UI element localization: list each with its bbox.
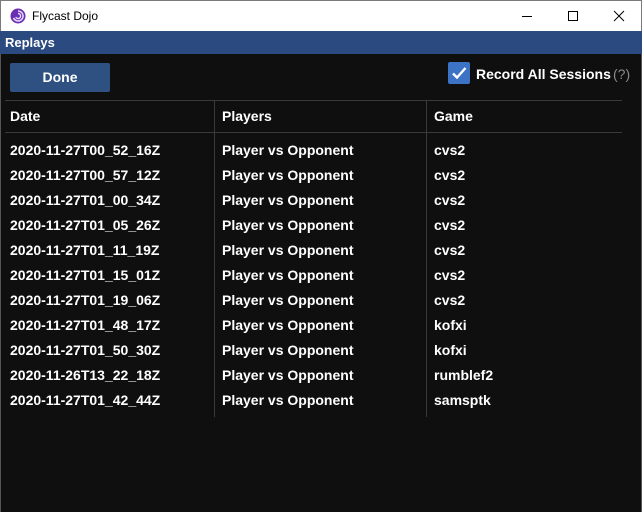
players-cell: Player vs Opponent	[222, 392, 354, 408]
flycast-swirl-icon	[10, 8, 26, 24]
record-all-sessions-label[interactable]: Record All Sessions	[476, 66, 611, 82]
table-row[interactable]: 2020-11-27T01_11_19Z Player vs Opponent cv…	[1, 238, 641, 263]
date-cell: 2020-11-27T01_00_34Z	[10, 192, 161, 208]
game-cell: rumblef2	[434, 367, 494, 383]
game-cell: kofxi	[434, 317, 467, 333]
date-cell: 2020-11-27T01_42_44Z	[10, 392, 161, 408]
column-header-game[interactable]: Game	[434, 108, 473, 124]
table-row[interactable]: 2020-11-27T01_42_44Z Player vs Opponent sa…	[1, 388, 641, 413]
checkmark-icon	[452, 67, 467, 80]
players-cell: Player vs Opponent	[222, 342, 354, 358]
replays-panel: Done Record All Sessions (?) Date Player…	[0, 54, 642, 512]
table-top-border	[5, 100, 622, 101]
table-row[interactable]: 2020-11-27T00_52_16Z Player vs Opponent cv…	[1, 138, 641, 163]
game-cell: cvs2	[434, 142, 466, 158]
table-row[interactable]: 2020-11-26T13_22_18Z Player vs Opponent ru…	[1, 363, 641, 388]
panel-title-bar: Replays	[0, 31, 642, 54]
date-cell: 2020-11-27T01_11_19Z	[10, 242, 160, 258]
players-cell: Player vs Opponent	[222, 167, 354, 183]
game-cell: cvs2	[434, 267, 466, 283]
done-button-label: Done	[42, 69, 78, 85]
table-row[interactable]: 2020-11-27T01_48_17Z Player vs Opponent ko…	[1, 313, 641, 338]
players-cell: Player vs Opponent	[222, 242, 354, 258]
game-cell: kofxi	[434, 342, 467, 358]
players-cell: Player vs Opponent	[222, 317, 354, 333]
minimize-icon	[522, 16, 532, 17]
date-cell: 2020-11-27T01_19_06Z	[10, 292, 161, 308]
players-cell: Player vs Opponent	[222, 267, 354, 283]
maximize-icon	[568, 11, 578, 21]
minimize-button[interactable]	[504, 1, 550, 31]
players-cell: Player vs Opponent	[222, 142, 354, 158]
game-cell: cvs2	[434, 192, 466, 208]
game-cell: cvs2	[434, 242, 466, 258]
game-cell: cvs2	[434, 217, 466, 233]
window-title: Flycast Dojo	[32, 9, 99, 23]
column-header-players[interactable]: Players	[222, 108, 272, 124]
date-cell: 2020-11-27T01_05_26Z	[10, 217, 161, 233]
window-titlebar[interactable]: Flycast Dojo	[0, 0, 642, 31]
players-cell: Player vs Opponent	[222, 217, 354, 233]
close-icon	[613, 10, 625, 22]
game-cell: cvs2	[434, 167, 466, 183]
table-row[interactable]: 2020-11-27T01_50_30Z Player vs Opponent ko…	[1, 338, 641, 363]
maximize-button[interactable]	[550, 1, 596, 31]
table-row[interactable]: 2020-11-27T01_00_34Z Player vs Opponent cv…	[1, 188, 641, 213]
header-bottom-border	[5, 132, 622, 133]
record-all-sessions-checkbox[interactable]	[448, 62, 470, 84]
date-cell: 2020-11-27T01_48_17Z	[10, 317, 161, 333]
date-cell: 2020-11-27T00_57_12Z	[10, 167, 161, 183]
table-row[interactable]: 2020-11-27T01_05_26Z Player vs Opponent cv…	[1, 213, 641, 238]
date-cell: 2020-11-27T00_52_16Z	[10, 142, 161, 158]
column-header-date[interactable]: Date	[10, 108, 40, 124]
date-cell: 2020-11-27T01_50_30Z	[10, 342, 161, 358]
table-row[interactable]: 2020-11-27T01_15_01Z Player vs Opponent cv…	[1, 263, 641, 288]
panel-title: Replays	[5, 35, 55, 50]
game-cell: samsptk	[434, 392, 491, 408]
players-cell: Player vs Opponent	[222, 192, 354, 208]
date-cell: 2020-11-26T13_22_18Z	[10, 367, 161, 383]
table-row[interactable]: 2020-11-27T00_57_12Z Player vs Opponent cv…	[1, 163, 641, 188]
players-cell: Player vs Opponent	[222, 367, 354, 383]
table-row[interactable]: 2020-11-27T01_19_06Z Player vs Opponent cv…	[1, 288, 641, 313]
date-cell: 2020-11-27T01_15_01Z	[10, 267, 161, 283]
help-marker[interactable]: (?)	[613, 66, 630, 82]
done-button[interactable]: Done	[10, 63, 110, 92]
game-cell: cvs2	[434, 292, 466, 308]
close-button[interactable]	[596, 1, 642, 31]
players-cell: Player vs Opponent	[222, 292, 354, 308]
